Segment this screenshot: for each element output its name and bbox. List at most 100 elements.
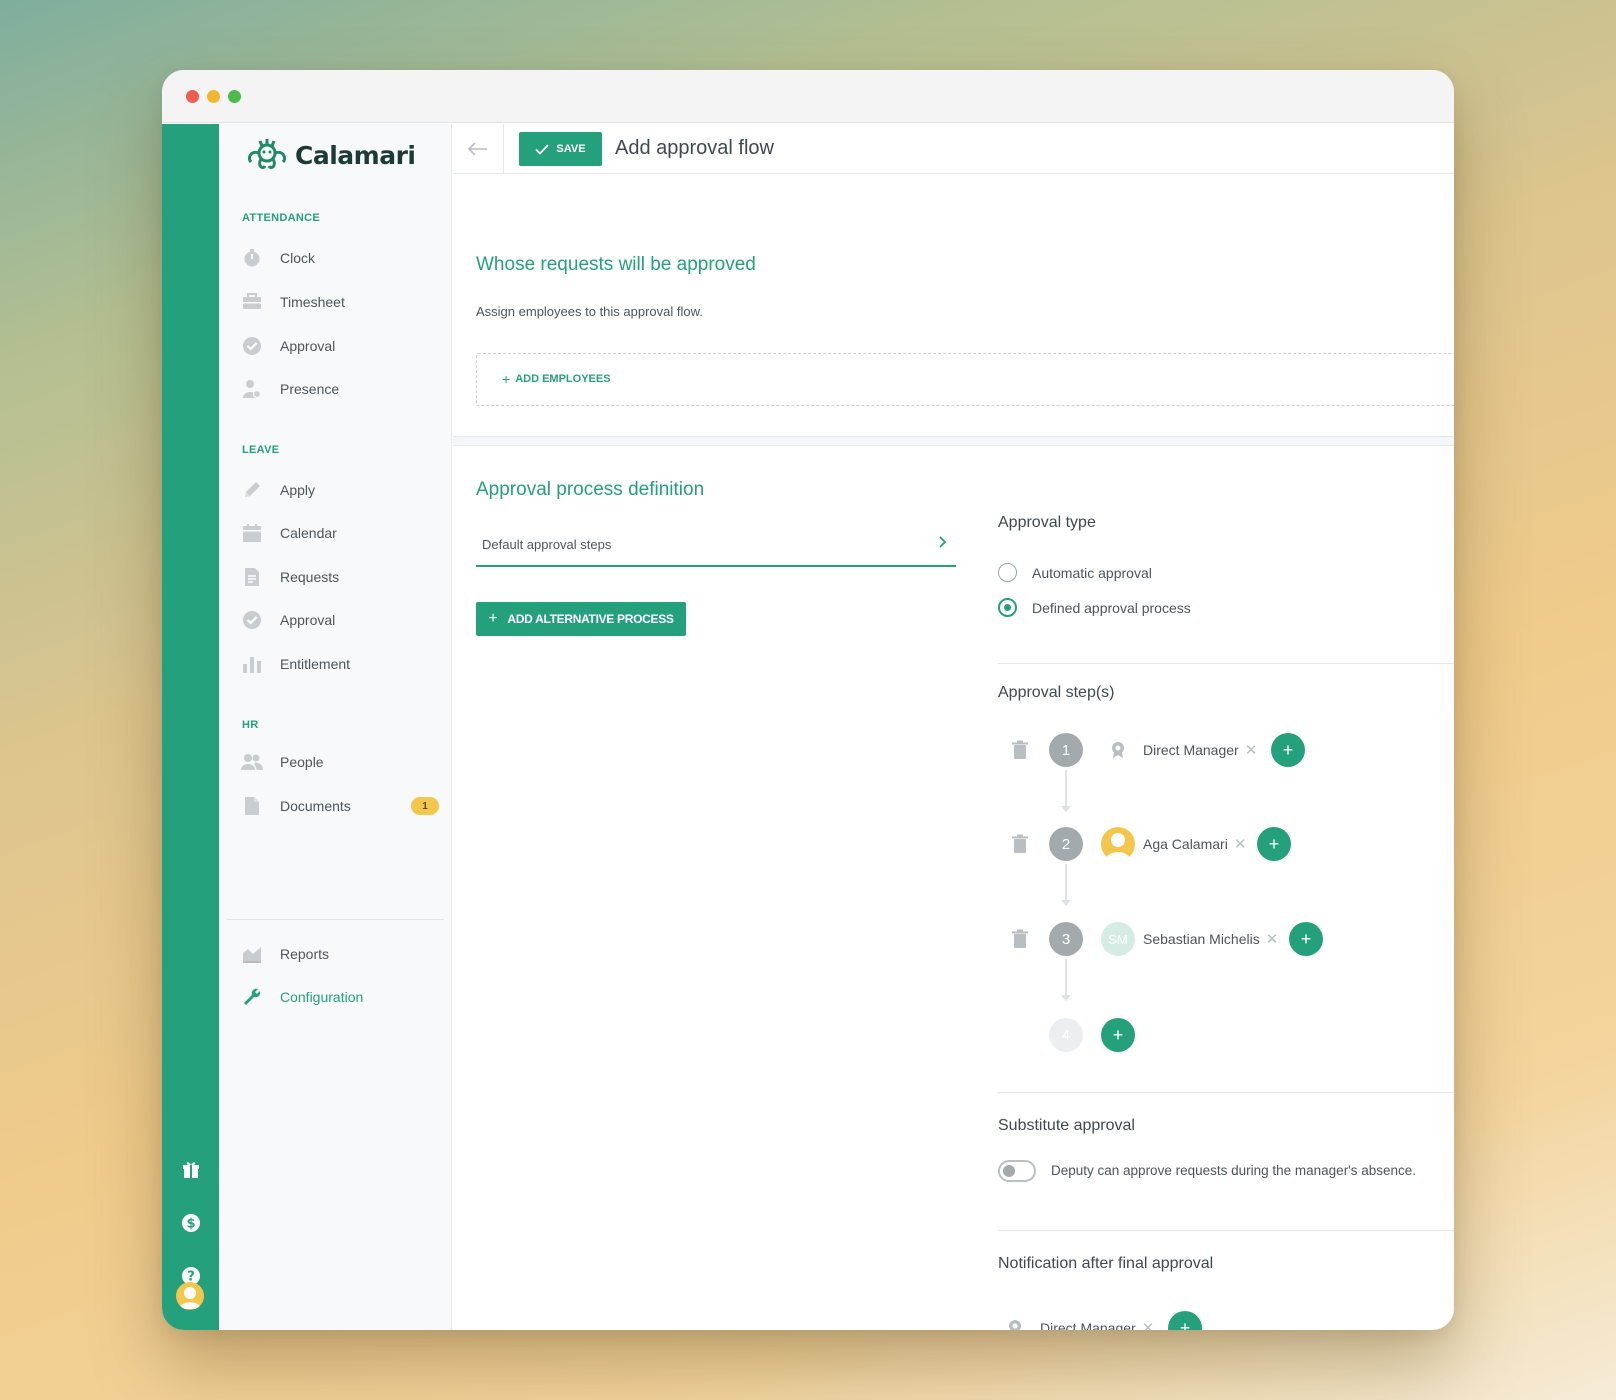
add-approver-button[interactable]: +: [1289, 922, 1323, 956]
radio-automatic-approval[interactable]: Automatic approval: [998, 563, 1152, 582]
sidebar-item-entitlement[interactable]: Entitlement: [241, 650, 441, 678]
sidebar-item-label: Calendar: [280, 525, 337, 541]
maximize-window-button[interactable]: [228, 90, 241, 103]
page-title: Add approval flow: [615, 137, 774, 159]
plus-icon: +: [1300, 928, 1312, 949]
plus-icon: +: [1112, 1024, 1124, 1045]
manager-badge-icon: [1101, 733, 1135, 767]
calendar-icon: [241, 522, 263, 544]
add-approver-button[interactable]: +: [1257, 827, 1291, 861]
step-number-next: 4: [1049, 1018, 1083, 1052]
remove-recipient-icon[interactable]: ✕: [1142, 1319, 1155, 1330]
deputy-toggle[interactable]: [998, 1160, 1036, 1182]
chevron-right-icon: [938, 535, 948, 554]
add-employees-label: ADD EMPLOYEES: [515, 373, 611, 385]
tab-label: Default approval steps: [482, 537, 612, 552]
octopus-logo-icon: [247, 139, 287, 170]
step-connector: [1061, 959, 1071, 1001]
sidebar-item-approval-attendance[interactable]: Approval: [241, 332, 441, 360]
sidebar-item-documents[interactable]: Documents 1: [241, 792, 441, 820]
check-icon: [535, 143, 550, 155]
section-hr: HR: [242, 719, 259, 731]
assign-heading: Whose requests will be approved: [476, 254, 756, 275]
plus-icon: +: [1268, 833, 1280, 854]
substitute-heading: Substitute approval: [998, 1117, 1135, 1134]
add-alternative-process-button[interactable]: + ADD ALTERNATIVE PROCESS: [476, 602, 686, 636]
person-presence-icon: [241, 378, 263, 400]
wrench-icon: [241, 986, 263, 1008]
reports-chart-icon: [241, 943, 263, 965]
recipient-name: Direct Manager: [1040, 1320, 1136, 1330]
approver-chip: Direct Manager ✕: [1101, 733, 1257, 767]
radio-defined-approval-process[interactable]: Defined approval process: [998, 598, 1191, 617]
sidebar-item-label: People: [280, 754, 324, 770]
approval-type-heading: Approval type: [998, 514, 1096, 531]
add-approver-button[interactable]: +: [1271, 733, 1305, 767]
assign-helper-text: Assign employees to this approval flow.: [476, 304, 703, 319]
deputy-toggle-label: Deputy can approve requests during the m…: [1051, 1163, 1417, 1178]
approver-avatar: [1101, 827, 1135, 861]
stopwatch-icon: [241, 247, 263, 269]
approver-name: Direct Manager: [1143, 742, 1239, 758]
sidebar-item-clock[interactable]: Clock: [241, 244, 441, 272]
remove-approver-icon[interactable]: ✕: [1234, 835, 1247, 853]
toolbar: SAVE Add approval flow: [453, 124, 1454, 174]
process-heading: Approval process definition: [476, 479, 705, 500]
notification-recipient-chip: Direct Manager ✕: [998, 1311, 1154, 1330]
approver-chip: SM Sebastian Michelis ✕: [1101, 922, 1278, 956]
people-icon: [241, 751, 263, 773]
section-attendance: ATTENDANCE: [242, 212, 320, 224]
sidebar-item-label: Configuration: [280, 989, 364, 1005]
sidebar-item-requests[interactable]: Requests: [241, 563, 441, 591]
window-titlebar: [162, 70, 1454, 123]
documents-count-badge: 1: [411, 797, 439, 815]
approver-initials-avatar: SM: [1101, 922, 1135, 956]
sidebar-item-presence[interactable]: Presence: [241, 375, 441, 403]
manager-badge-icon: [998, 1311, 1032, 1330]
gift-icon[interactable]: [181, 1160, 201, 1180]
sidebar-item-label: Approval: [280, 338, 336, 354]
delete-step-icon[interactable]: [1011, 834, 1029, 854]
radio-button[interactable]: [998, 598, 1017, 617]
remove-approver-icon[interactable]: ✕: [1245, 741, 1258, 759]
check-circle-icon: [241, 609, 263, 631]
approval-steps-heading: Approval step(s): [998, 684, 1115, 701]
app-window: $ ? Calamari ATTENDANCE Clock Timesheet …: [162, 70, 1454, 1330]
sidebar-item-label: Reports: [280, 946, 330, 962]
sidebar-item-calendar[interactable]: Calendar: [241, 519, 441, 547]
tab-default-approval-steps[interactable]: Default approval steps: [476, 521, 956, 567]
sidebar-item-apply[interactable]: Apply: [241, 476, 441, 504]
billing-icon[interactable]: $: [181, 1213, 201, 1233]
user-avatar[interactable]: [176, 1282, 204, 1310]
arrow-left-icon: [468, 142, 487, 156]
step-number-1: 1: [1049, 733, 1083, 767]
calamari-logo[interactable]: Calamari: [243, 138, 416, 172]
plus-icon: +: [1282, 739, 1294, 760]
delete-step-icon[interactable]: [1011, 929, 1029, 949]
notification-heading: Notification after final approval: [998, 1255, 1214, 1272]
radio-button[interactable]: [998, 563, 1017, 582]
sidebar-item-people[interactable]: People: [241, 748, 441, 776]
add-recipient-button[interactable]: +: [1168, 1311, 1202, 1330]
save-button[interactable]: SAVE: [519, 132, 602, 166]
sidebar-item-reports[interactable]: Reports: [241, 940, 441, 968]
sidebar-item-approval-leave[interactable]: Approval: [241, 606, 441, 634]
sidebar-item-label: Apply: [280, 482, 316, 498]
add-step-button[interactable]: +: [1101, 1018, 1135, 1052]
sidebar-item-configuration[interactable]: Configuration: [241, 983, 441, 1011]
bar-chart-icon: [241, 653, 263, 675]
section-separator: [453, 436, 1454, 446]
check-circle-icon: [241, 335, 263, 357]
document-icon: [241, 566, 263, 588]
employees-dropzone: + ADD EMPLOYEES: [476, 353, 1454, 406]
save-button-label: SAVE: [556, 143, 586, 155]
pencil-icon: [241, 479, 263, 501]
remove-approver-icon[interactable]: ✕: [1266, 930, 1279, 948]
minimize-window-button[interactable]: [207, 90, 220, 103]
back-button[interactable]: [453, 124, 504, 174]
add-employees-button[interactable]: + ADD EMPLOYEES: [502, 371, 611, 387]
close-window-button[interactable]: [186, 90, 199, 103]
sidebar-item-timesheet[interactable]: Timesheet: [241, 288, 441, 316]
delete-step-icon[interactable]: [1011, 740, 1029, 760]
approver-chip: Aga Calamari ✕: [1101, 827, 1246, 861]
